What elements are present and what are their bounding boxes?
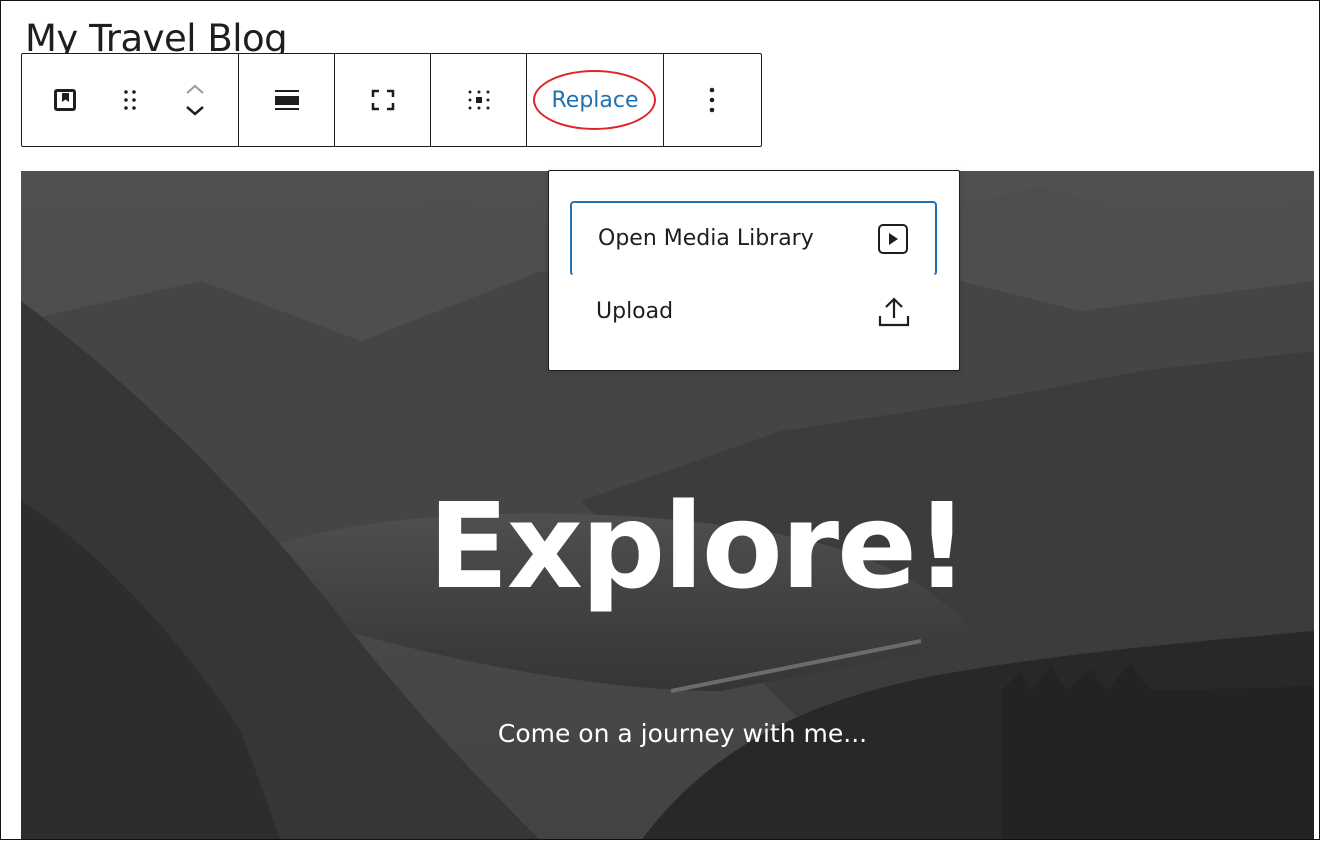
block-type-button[interactable] [53,54,76,146]
chevron-up-icon [186,84,204,94]
media-play-icon [878,223,908,254]
block-mover [184,83,206,117]
more-options-group [664,54,759,146]
chevron-down-icon [186,106,205,116]
upload-item[interactable]: Upload [570,274,937,349]
replace-button[interactable]: Replace [527,54,663,146]
align-group [239,54,335,146]
cover-heading[interactable]: Explore! [21,471,1314,621]
full-height-group [335,54,431,146]
more-options-button[interactable] [664,54,759,146]
cover-subtitle[interactable]: Come on a journey with me... [21,716,1314,752]
align-button[interactable] [239,54,334,146]
full-height-icon [371,89,394,111]
full-height-button[interactable] [335,54,430,146]
menu-item-label: Upload [596,299,674,324]
open-media-library-item[interactable]: Open Media Library [570,201,937,276]
drag-handle-icon [124,90,136,110]
block-switcher-group [22,54,239,146]
content-position-icon [468,90,489,110]
move-down-button[interactable] [184,105,206,117]
content-position-group [431,54,527,146]
drag-handle-button[interactable] [123,54,137,146]
editor-canvas: My Travel Blog Explore! Come on a journe… [0,0,1320,840]
replace-dropdown-menu: Open Media Library Upload [548,170,960,371]
more-vertical-icon [709,87,714,113]
move-up-button[interactable] [184,83,206,95]
align-wide-icon [274,90,299,110]
replace-group: Replace [527,54,664,146]
cover-block-icon [53,89,76,111]
block-toolbar: Replace [21,53,762,147]
upload-icon [878,296,910,326]
menu-item-label: Open Media Library [598,226,814,251]
content-position-button[interactable] [431,54,526,146]
